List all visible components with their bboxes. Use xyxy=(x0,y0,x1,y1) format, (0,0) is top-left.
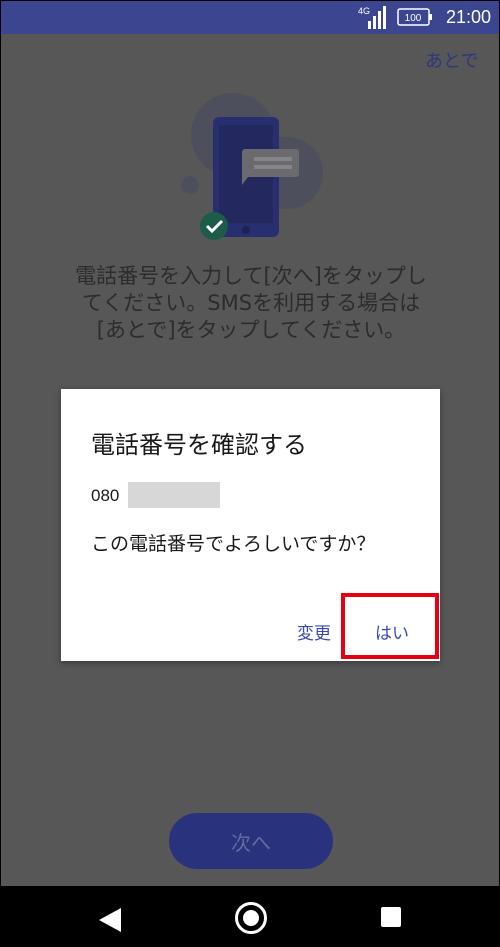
signal-icon: 4G xyxy=(358,6,386,29)
change-button[interactable]: 変更 xyxy=(297,619,331,644)
battery-level: 100 xyxy=(405,13,422,24)
network-type: 4G xyxy=(358,6,370,16)
battery-icon: 100 xyxy=(397,8,432,26)
next-button[interactable]: 次へ xyxy=(169,813,333,869)
highlight-box xyxy=(341,593,439,659)
dialog-message: この電話番号でよろしいですか？ xyxy=(91,533,376,555)
masked-phone-number xyxy=(128,482,220,508)
clock: 21:00 xyxy=(445,7,491,27)
check-icon xyxy=(200,212,228,240)
dialog-title: 電話番号を確認する xyxy=(91,431,307,459)
phone-number-prefix: 080 xyxy=(91,486,120,505)
phone-illustration xyxy=(181,93,323,240)
recent-apps-icon[interactable] xyxy=(381,907,401,927)
home-icon[interactable] xyxy=(235,902,267,934)
instruction-text: 電話番号を入力して[次へ]をタップしてください。SMSを利用する場合は[あとで]… xyxy=(75,264,427,342)
status-bar: 4G 100 21:00 xyxy=(1,1,499,34)
later-button[interactable]: あとで xyxy=(425,47,478,73)
back-icon[interactable] xyxy=(99,908,121,932)
screen: 4G 100 21:00 あとで 電話番号を入力して[次へ]をタップしてください… xyxy=(0,0,500,947)
